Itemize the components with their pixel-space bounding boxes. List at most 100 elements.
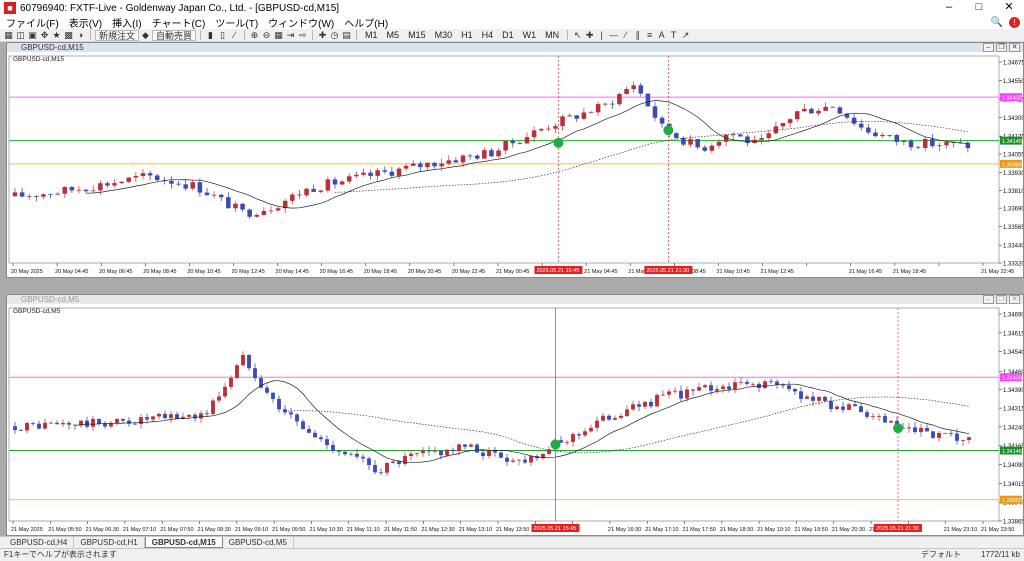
- text-tool-icon[interactable]: A: [656, 30, 667, 41]
- candle-body: [510, 140, 516, 144]
- candle-body: [55, 193, 60, 195]
- x-tick-label: 21 May 16:45: [849, 269, 882, 275]
- zoom-in-icon[interactable]: ⊕: [249, 30, 260, 41]
- y-tick-label: 1.33930: [1003, 171, 1023, 177]
- candle-body: [409, 453, 413, 456]
- candle-body: [311, 188, 316, 192]
- line-chart-icon[interactable]: ∕: [229, 30, 240, 41]
- chart-restore-button[interactable]: ❐: [996, 43, 1007, 52]
- candle-body: [553, 126, 558, 129]
- timeframe-h4[interactable]: H4: [478, 30, 498, 41]
- menu-help[interactable]: ヘルプ(H): [342, 15, 396, 30]
- timeframe-w1[interactable]: W1: [519, 30, 541, 41]
- channel-icon[interactable]: ∥: [632, 30, 643, 41]
- close-button[interactable]: ✕: [994, 0, 1024, 16]
- menu-chart[interactable]: チャート(C): [150, 15, 214, 30]
- status-traffic: 1772/11 kb: [981, 550, 1020, 559]
- candle-body: [830, 106, 836, 108]
- candle-body: [841, 406, 845, 410]
- chart-restore-button[interactable]: ❐: [996, 295, 1007, 304]
- meta-editor-icon[interactable]: ◆: [140, 30, 151, 41]
- x-tick-label: 21 May 10:30: [309, 527, 342, 533]
- y-tick-label: 1.34390: [1003, 388, 1023, 394]
- chart-shift-icon[interactable]: ⇥: [285, 30, 296, 41]
- candle-body: [151, 416, 155, 420]
- candle-body: [716, 141, 722, 146]
- tab-gbpusd-m15[interactable]: GBPUSD-cd,M15: [144, 537, 223, 548]
- chart-close-button[interactable]: ✕: [1009, 43, 1020, 52]
- auto-scroll-icon[interactable]: ⇨: [297, 30, 308, 41]
- candle-body: [645, 93, 651, 107]
- timeframe-d1[interactable]: D1: [498, 30, 518, 41]
- candle-body: [169, 414, 173, 419]
- timeframe-mn[interactable]: MN: [541, 30, 563, 41]
- candle-body: [76, 189, 82, 191]
- candlestick-chart-m15[interactable]: GBPUSD-cd,M151.346751.345501.344251.3430…: [7, 52, 1024, 277]
- chart-minimize-button[interactable]: –: [983, 295, 994, 304]
- tab-gbpusd-h1[interactable]: GBPUSD-cd,H1: [74, 537, 145, 548]
- notification-badge-icon[interactable]: !: [1009, 17, 1020, 28]
- minimize-button[interactable]: –: [934, 0, 964, 16]
- timeframe-m1[interactable]: M1: [361, 30, 382, 41]
- candle-body: [415, 453, 419, 454]
- y-tick-label: 1.34675: [1003, 61, 1023, 67]
- tab-gbpusd-h4[interactable]: GBPUSD-cd,H4: [4, 537, 75, 548]
- zoom-out-icon[interactable]: ⊖: [261, 30, 272, 41]
- chart-minimize-button[interactable]: –: [983, 43, 994, 52]
- x-tick-label: 21 May 18:45: [893, 269, 926, 275]
- menu-window[interactable]: ウィンドウ(W): [266, 15, 342, 30]
- trendline-icon[interactable]: ∕: [620, 30, 631, 41]
- candle-body: [211, 400, 215, 414]
- menu-tools[interactable]: ツール(T): [213, 15, 266, 30]
- new-order-button[interactable]: 新規注文: [95, 29, 140, 41]
- candle-body: [301, 421, 305, 429]
- candle-body: [467, 155, 473, 157]
- candlestick-icon[interactable]: ▯: [217, 30, 228, 41]
- chart-window-m5[interactable]: GBPUSD-cd,M5 – ❐ ✕ GBPUSD-cd,M5 1.34690 1.…: [6, 294, 1024, 536]
- navigator-icon[interactable]: ★: [51, 30, 62, 41]
- candle-body: [211, 194, 217, 196]
- tile-windows-icon[interactable]: ▦: [273, 30, 284, 41]
- candle-body: [463, 444, 467, 447]
- label-tool-icon[interactable]: T: [668, 30, 679, 41]
- menu-view[interactable]: 表示(V): [67, 15, 110, 30]
- candle-body: [241, 354, 245, 366]
- candle-body: [738, 134, 743, 137]
- timeframe-m30[interactable]: M30: [431, 30, 457, 41]
- timeframe-m5[interactable]: M5: [383, 30, 404, 41]
- market-watch-icon[interactable]: ▣: [27, 30, 38, 41]
- candlestick-chart-m5[interactable]: GBPUSD-cd,M51.346901.346151.345401.34460…: [7, 304, 1024, 535]
- search-icon[interactable]: 🔍: [991, 17, 1003, 28]
- candle-body: [332, 179, 338, 185]
- fibonacci-icon[interactable]: ≡: [644, 30, 655, 41]
- chart-close-button[interactable]: ✕: [1009, 295, 1020, 304]
- templates-icon[interactable]: ▤: [341, 30, 352, 41]
- tab-gbpusd-m5[interactable]: GBPUSD-cd,M5: [223, 537, 294, 548]
- auto-trade-button[interactable]: 自動売買: [152, 29, 197, 41]
- terminal-icon[interactable]: ▩: [63, 30, 74, 41]
- candle-body: [453, 160, 459, 163]
- candle-body: [873, 132, 878, 137]
- maximize-button[interactable]: □: [964, 0, 994, 16]
- timeframe-h1[interactable]: H1: [457, 30, 477, 41]
- y-tick-label: 1.34540: [1003, 350, 1023, 356]
- menu-file[interactable]: ファイル(F): [4, 15, 67, 30]
- menu-insert[interactable]: 挿入(I): [110, 15, 149, 30]
- crosshair-icon[interactable]: ✚: [584, 30, 595, 41]
- vertical-line-icon[interactable]: |: [596, 30, 607, 41]
- periods-icon[interactable]: ◷: [329, 30, 340, 41]
- bar-chart-icon[interactable]: ▮: [205, 30, 216, 41]
- candle-body: [187, 414, 191, 417]
- candle-body: [475, 444, 479, 453]
- horizontal-line-icon[interactable]: —: [608, 30, 619, 41]
- timeframe-m15[interactable]: M15: [404, 30, 430, 41]
- tester-icon[interactable]: ◑: [75, 30, 86, 41]
- chart-window-m15[interactable]: GBPUSD-cd,M15 – ❐ ✕ GBPUSD-cd,M15 1.34675…: [6, 42, 1024, 278]
- data-window-icon[interactable]: ✥: [39, 30, 50, 41]
- new-chart-icon[interactable]: ▦: [3, 30, 14, 41]
- candle-body: [205, 413, 209, 415]
- indicators-icon[interactable]: ✚: [317, 30, 328, 41]
- cursor-icon[interactable]: ↖: [572, 30, 583, 41]
- arrows-tool-icon[interactable]: ↗: [680, 30, 691, 41]
- profiles-icon[interactable]: ◫: [15, 30, 26, 41]
